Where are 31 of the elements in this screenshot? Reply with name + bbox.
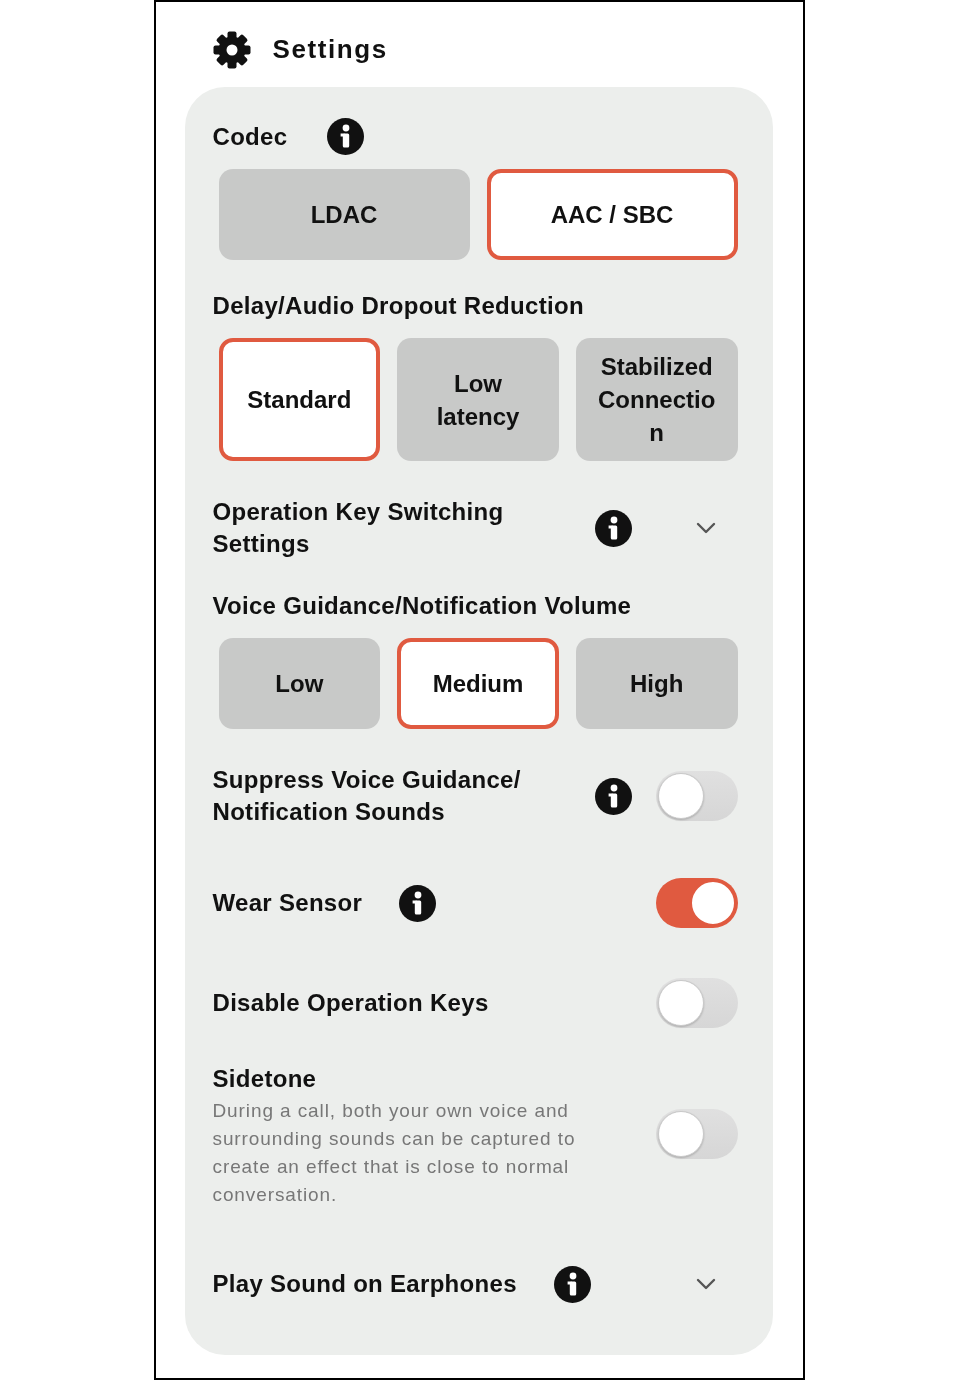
toggle-switch[interactable]: [655, 878, 738, 928]
toggle-switch[interactable]: [655, 771, 738, 821]
info-icon[interactable]: [399, 884, 437, 922]
chevron-down-icon[interactable]: [695, 1278, 716, 1290]
setting-description: During a call, both your own voice and surrounding sounds can be captured to create an effect that is close to normal conversation.: [212, 1099, 577, 1207]
option-button[interactable]: Standard: [218, 338, 381, 461]
toggle-switch[interactable]: [655, 978, 738, 1028]
option-button[interactable]: LDAC: [218, 169, 470, 260]
info-icon[interactable]: [553, 1265, 591, 1303]
info-icon[interactable]: [327, 118, 365, 155]
option-button[interactable]: Medium: [397, 638, 559, 729]
info-icon[interactable]: [594, 509, 632, 547]
setting-label: Sidetone: [212, 1064, 318, 1094]
option-button[interactable]: High: [575, 638, 738, 729]
option-button[interactable]: Low latency: [397, 338, 559, 461]
setting-label: Wear Sensor: [212, 888, 363, 918]
setting-label: Disable Operation Keys: [212, 988, 489, 1018]
option-button[interactable]: AAC / SBC: [486, 169, 738, 260]
option-button[interactable]: Low: [218, 638, 381, 729]
setting-label: Play Sound on Earphones: [212, 1269, 517, 1299]
chevron-down-icon[interactable]: [695, 522, 716, 534]
section-heading: Voice Guidance/Notification Volume: [212, 590, 632, 621]
section-heading: Delay/Audio Dropout Reduction: [212, 290, 584, 321]
toggle-switch[interactable]: [655, 1109, 738, 1159]
setting-label: Operation Key Switching Settings: [212, 497, 505, 559]
setting-label: Suppress Voice Guidance/Notification Sounds: [212, 765, 522, 827]
option-button[interactable]: Stabilized Connection: [575, 338, 738, 461]
page-title: Settings: [272, 34, 388, 65]
info-icon[interactable]: [594, 777, 632, 815]
settings-icon: [212, 30, 251, 69]
section-heading: Codec: [212, 121, 288, 152]
